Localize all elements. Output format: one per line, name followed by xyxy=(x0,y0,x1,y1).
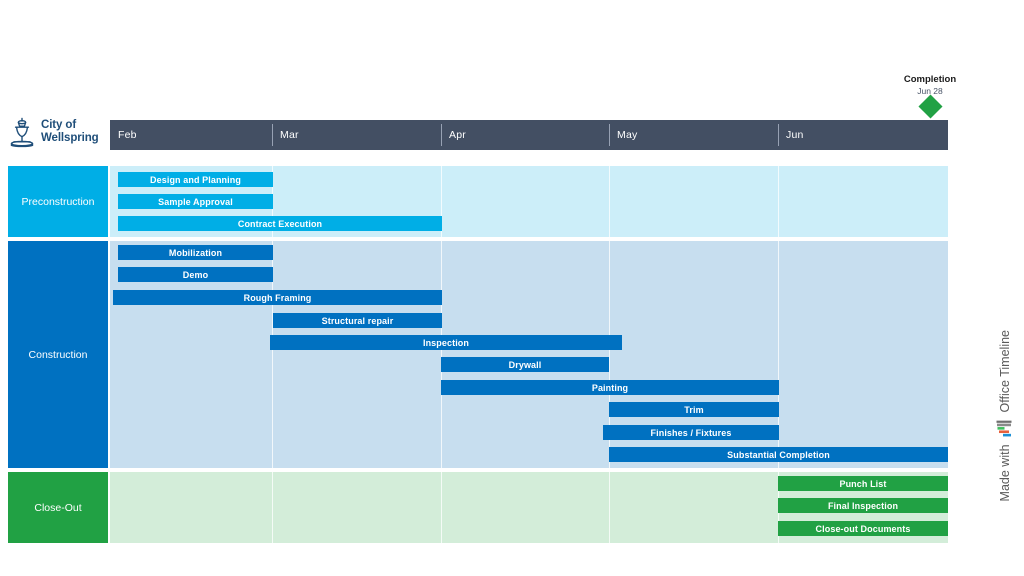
task-bar-label: Demo xyxy=(182,269,209,280)
task-bar-rough-framing[interactable]: Rough Framing xyxy=(113,290,442,305)
timeline-month-label: May xyxy=(617,129,638,141)
task-bar-punch-list[interactable]: Punch List xyxy=(778,476,948,491)
swimlane-label-text: Close-Out xyxy=(34,501,82,514)
timeline-month-label: Mar xyxy=(280,129,299,141)
milestone-diamond-icon[interactable] xyxy=(917,94,943,119)
timeline-month-jun: Jun xyxy=(778,120,948,150)
office-timeline-label: Office Timeline xyxy=(998,330,1012,413)
task-bar-sample-approval[interactable]: Sample Approval xyxy=(118,194,273,209)
task-bar-finishes-fixtures[interactable]: Finishes / Fixtures xyxy=(603,425,779,440)
task-bar-substantial-completion[interactable]: Substantial Completion xyxy=(609,447,948,462)
task-bar-contract-execution[interactable]: Contract Execution xyxy=(118,216,442,231)
timeline-month-apr: Apr xyxy=(441,120,609,150)
swimlane-label-construction[interactable]: Construction xyxy=(8,241,108,468)
milestone-completion[interactable]: Completion Jun 28 xyxy=(870,74,990,119)
fountain-icon xyxy=(8,116,36,148)
task-bar-label: Rough Framing xyxy=(243,292,312,303)
task-bar-label: Mobilization xyxy=(168,247,223,258)
task-bar-design-and-planning[interactable]: Design and Planning xyxy=(118,172,273,187)
task-bar-label: Close-out Documents xyxy=(815,523,911,534)
office-timeline-bars-icon xyxy=(996,419,1014,437)
timeline-month-label: Apr xyxy=(449,129,466,141)
gantt-chart-canvas: City of Wellspring Completion Jun 28 Feb M… xyxy=(0,0,1024,576)
task-bar-final-inspection[interactable]: Final Inspection xyxy=(778,498,948,513)
organization-logo: City of Wellspring xyxy=(8,113,108,151)
timeline-month-mar: Mar xyxy=(272,120,441,150)
task-bar-label: Inspection xyxy=(422,337,469,348)
branding-text-block: Made with Office Timeline xyxy=(996,330,1014,501)
swimlane-gridline xyxy=(609,472,610,543)
task-bar-label: Painting xyxy=(591,382,629,393)
task-bar-label: Contract Execution xyxy=(237,218,323,229)
swimlane-gridline xyxy=(441,241,442,468)
task-bar-structural-repair[interactable]: Structural repair xyxy=(273,313,442,328)
task-bar-label: Final Inspection xyxy=(827,500,899,511)
task-bar-label: Trim xyxy=(684,404,704,415)
organization-name-line2: Wellspring xyxy=(41,132,99,144)
swimlane-label-close-out[interactable]: Close-Out xyxy=(8,472,108,543)
task-bar-painting[interactable]: Painting xyxy=(441,380,779,395)
swimlane-gridline xyxy=(441,472,442,543)
task-bar-label: Design and Planning xyxy=(150,174,241,185)
task-bar-trim[interactable]: Trim xyxy=(609,402,779,417)
task-bar-mobilization[interactable]: Mobilization xyxy=(118,245,273,260)
swimlane-gridline xyxy=(272,472,273,543)
task-bar-inspection[interactable]: Inspection xyxy=(270,335,622,350)
swimlane-label-preconstruction[interactable]: Preconstruction xyxy=(8,166,108,237)
organization-name: City of Wellspring xyxy=(41,119,99,145)
timeline-month-separator xyxy=(778,124,779,146)
swimlane-gridline xyxy=(609,166,610,237)
swimlane-gridline xyxy=(778,166,779,237)
timeline-month-feb: Feb xyxy=(110,120,272,150)
timeline-month-separator xyxy=(441,124,442,146)
task-bar-label: Substantial Completion xyxy=(727,449,830,460)
swimlane-label-text: Construction xyxy=(28,348,88,361)
swimlane-label-text: Preconstruction xyxy=(21,195,95,208)
organization-name-line1: City of xyxy=(41,118,77,131)
task-bar-close-out-documents[interactable]: Close-out Documents xyxy=(778,521,948,536)
timeline-month-label: Jun xyxy=(786,129,804,141)
timeline-header: Feb Mar Apr May Jun xyxy=(110,120,948,150)
task-bar-label: Structural repair xyxy=(321,315,394,326)
task-bar-label: Drywall xyxy=(508,359,542,370)
made-with-label: Made with xyxy=(998,444,1012,502)
timeline-month-may: May xyxy=(609,120,778,150)
task-bar-label: Sample Approval xyxy=(158,196,233,207)
timeline-month-label: Feb xyxy=(118,129,137,141)
timeline-month-separator xyxy=(272,124,273,146)
timeline-month-separator xyxy=(609,124,610,146)
task-bar-drywall[interactable]: Drywall xyxy=(441,357,609,372)
milestone-title: Completion xyxy=(903,74,957,85)
task-bar-label: Punch List xyxy=(839,478,887,489)
made-with-office-timeline-branding: Made with Office Timeline xyxy=(990,330,1020,558)
task-bar-demo[interactable]: Demo xyxy=(118,267,273,282)
task-bar-label: Finishes / Fixtures xyxy=(650,427,732,438)
